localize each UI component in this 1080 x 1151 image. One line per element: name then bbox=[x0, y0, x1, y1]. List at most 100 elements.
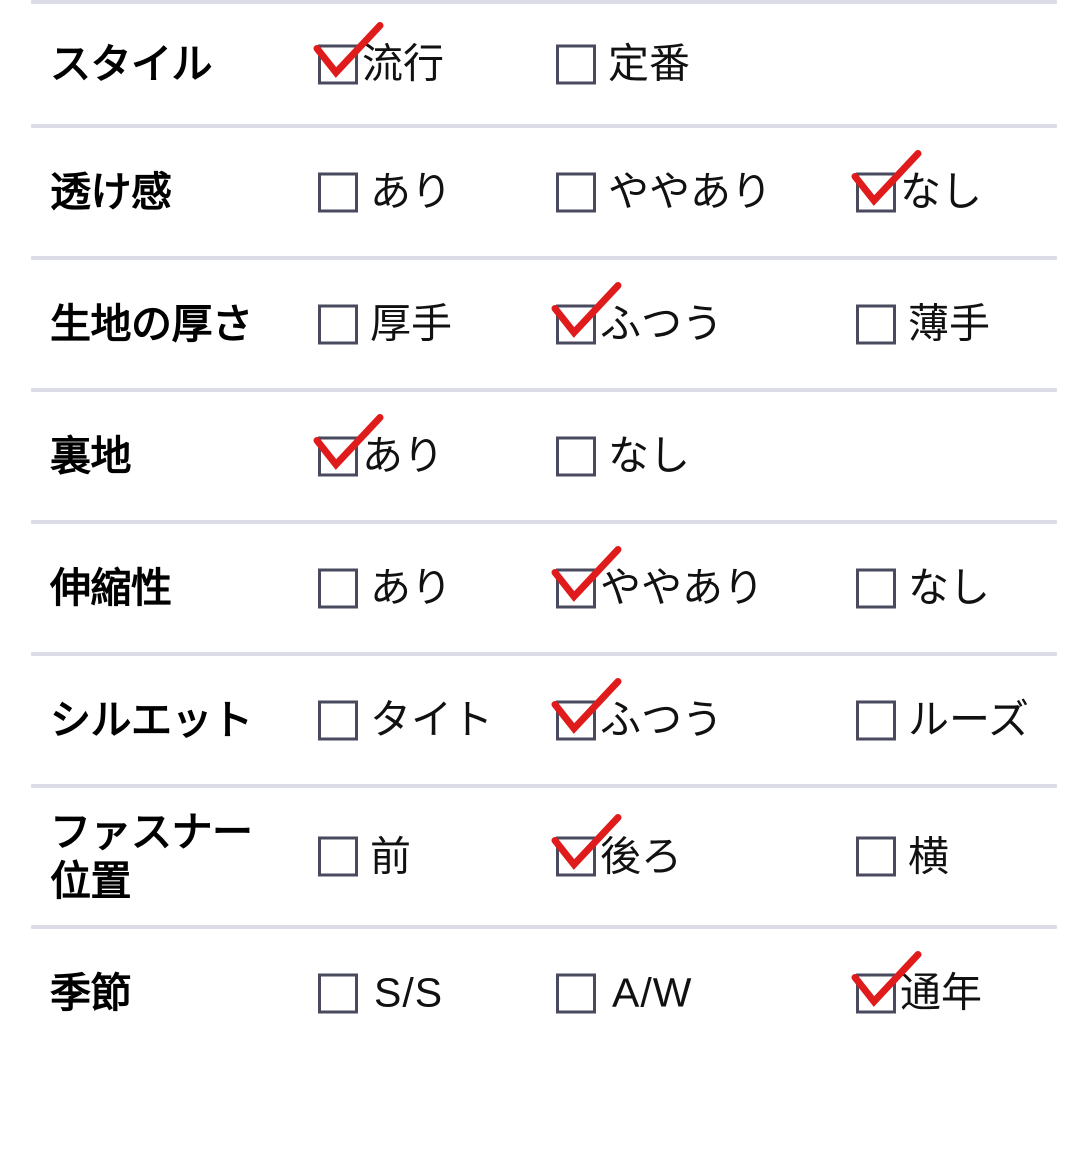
option-label: なし bbox=[908, 564, 990, 611]
checkbox-option[interactable]: ルーズ bbox=[856, 696, 1029, 743]
checkbox-square-icon[interactable] bbox=[556, 700, 596, 740]
checkbox-checked[interactable] bbox=[313, 413, 384, 476]
checkbox-checked[interactable] bbox=[551, 281, 622, 344]
checkbox-square-icon[interactable] bbox=[856, 304, 896, 344]
checkbox-unchecked[interactable] bbox=[556, 172, 596, 212]
checkbox-unchecked[interactable] bbox=[556, 44, 596, 84]
checkbox-option[interactable]: A/W bbox=[556, 972, 692, 1014]
row-label: スタイル bbox=[50, 40, 213, 87]
spec-row: 生地の厚さ 厚手 ふつう 薄手 bbox=[0, 260, 1080, 388]
option-label: S/S bbox=[374, 969, 444, 1016]
checkbox-square-icon[interactable] bbox=[318, 304, 358, 344]
option-label: ややあり bbox=[608, 168, 772, 215]
checkbox-option[interactable]: あり bbox=[313, 413, 444, 479]
option-label: 流行 bbox=[362, 40, 444, 87]
checkbox-option[interactable]: なし bbox=[856, 564, 990, 611]
checkbox-square-icon[interactable] bbox=[556, 436, 596, 476]
checkbox-square-icon[interactable] bbox=[856, 973, 896, 1013]
checkbox-square-icon[interactable] bbox=[318, 836, 358, 877]
checkbox-option[interactable]: 横 bbox=[856, 836, 949, 877]
option-group: タイト ふつう ルーズ bbox=[318, 656, 1080, 784]
checkbox-checked[interactable] bbox=[851, 950, 922, 1013]
option-label: ややあり bbox=[600, 564, 764, 611]
checkbox-option[interactable]: タイト bbox=[318, 699, 493, 741]
checkbox-unchecked[interactable] bbox=[318, 700, 358, 740]
checkbox-square-icon[interactable] bbox=[856, 172, 896, 212]
checkbox-checked[interactable] bbox=[851, 149, 922, 212]
checkbox-square-icon[interactable] bbox=[318, 172, 358, 212]
option-group: 流行 定番 bbox=[313, 4, 1080, 124]
checkbox-checked[interactable] bbox=[551, 545, 622, 608]
checkbox-unchecked[interactable] bbox=[856, 700, 896, 740]
option-group: 前 後ろ 横 bbox=[318, 788, 1080, 925]
checkbox-option[interactable]: ふつう bbox=[551, 677, 723, 741]
checkbox-unchecked[interactable] bbox=[318, 172, 358, 212]
row-label: 伸縮性 bbox=[50, 564, 172, 611]
checkbox-checked[interactable] bbox=[551, 814, 622, 877]
checkbox-square-icon[interactable] bbox=[318, 700, 358, 740]
checkbox-option[interactable]: あり bbox=[318, 567, 452, 609]
spec-row: ファスナー 位置 前 後ろ 横 bbox=[0, 788, 1080, 925]
spec-row: 伸縮性 あり ややあり なし bbox=[0, 524, 1080, 652]
checkbox-option[interactable]: 流行 bbox=[313, 21, 444, 87]
checkbox-unchecked[interactable] bbox=[556, 973, 596, 1013]
checkbox-option[interactable]: 定番 bbox=[556, 43, 690, 85]
option-label: あり bbox=[362, 432, 444, 479]
spec-row: シルエット タイト ふつう ルーズ bbox=[0, 656, 1080, 784]
checkbox-unchecked[interactable] bbox=[318, 568, 358, 608]
option-group: あり なし bbox=[313, 392, 1080, 520]
bottom-spacer bbox=[0, 1057, 1080, 1151]
checkbox-square-icon[interactable] bbox=[556, 44, 596, 84]
checkbox-square-icon[interactable] bbox=[318, 568, 358, 608]
checkbox-unchecked[interactable] bbox=[856, 836, 896, 877]
checkbox-option[interactable]: 後ろ bbox=[551, 814, 682, 879]
checkbox-unchecked[interactable] bbox=[556, 436, 596, 476]
checkbox-option[interactable]: あり bbox=[318, 168, 452, 215]
checkbox-checked[interactable] bbox=[313, 21, 384, 84]
checkbox-checked[interactable] bbox=[551, 677, 622, 740]
checkbox-square-icon[interactable] bbox=[856, 836, 896, 877]
checkbox-square-icon[interactable] bbox=[318, 973, 358, 1013]
checkbox-unchecked[interactable] bbox=[856, 568, 896, 608]
option-label: なし bbox=[608, 432, 690, 479]
spec-row: 季節 S/S A/W 通年 bbox=[0, 929, 1080, 1057]
checkbox-unchecked[interactable] bbox=[856, 304, 896, 344]
checkbox-option[interactable]: ややあり bbox=[551, 545, 764, 611]
checkbox-square-icon[interactable] bbox=[856, 568, 896, 608]
row-label: シルエット bbox=[50, 696, 253, 743]
checkbox-square-icon[interactable] bbox=[556, 973, 596, 1013]
option-group: 厚手 ふつう 薄手 bbox=[318, 260, 1080, 388]
option-label: ふつう bbox=[600, 300, 723, 347]
option-group: あり ややあり なし bbox=[318, 524, 1080, 652]
option-label: ルーズ bbox=[908, 696, 1029, 743]
spec-row: スタイル 流行 定番 bbox=[0, 4, 1080, 124]
checkbox-square-icon[interactable] bbox=[856, 700, 896, 740]
checkbox-option[interactable]: ふつう bbox=[551, 281, 723, 347]
row-label: 透け感 bbox=[50, 168, 172, 215]
checkbox-option[interactable]: 前 bbox=[318, 836, 411, 877]
checkbox-option[interactable]: 厚手 bbox=[318, 303, 452, 345]
option-label: 横 bbox=[908, 833, 949, 879]
checkbox-square-icon[interactable] bbox=[556, 172, 596, 212]
checkbox-unchecked[interactable] bbox=[318, 304, 358, 344]
option-label: 後ろ bbox=[600, 833, 682, 879]
checkbox-option[interactable]: ややあり bbox=[556, 168, 772, 215]
option-label: 前 bbox=[370, 833, 411, 879]
checkbox-option[interactable]: 通年 bbox=[851, 950, 982, 1014]
checkbox-square-icon[interactable] bbox=[556, 568, 596, 608]
row-label: ファスナー 位置 bbox=[50, 809, 253, 904]
checkbox-option[interactable]: なし bbox=[556, 432, 690, 479]
checkbox-square-icon[interactable] bbox=[318, 44, 358, 84]
checkbox-square-icon[interactable] bbox=[318, 436, 358, 476]
checkbox-option[interactable]: S/S bbox=[318, 969, 444, 1016]
checkbox-unchecked[interactable] bbox=[318, 973, 358, 1013]
option-label: あり bbox=[370, 168, 452, 215]
checkbox-square-icon[interactable] bbox=[556, 304, 596, 344]
option-group: S/S A/W 通年 bbox=[318, 929, 1080, 1057]
checkbox-option[interactable]: なし bbox=[851, 149, 982, 213]
spec-row: 裏地 あり なし bbox=[0, 392, 1080, 520]
checkbox-option[interactable]: 薄手 bbox=[856, 303, 990, 345]
row-label: 生地の厚さ bbox=[50, 300, 253, 347]
checkbox-unchecked[interactable] bbox=[318, 836, 358, 877]
checkbox-square-icon[interactable] bbox=[556, 836, 596, 877]
